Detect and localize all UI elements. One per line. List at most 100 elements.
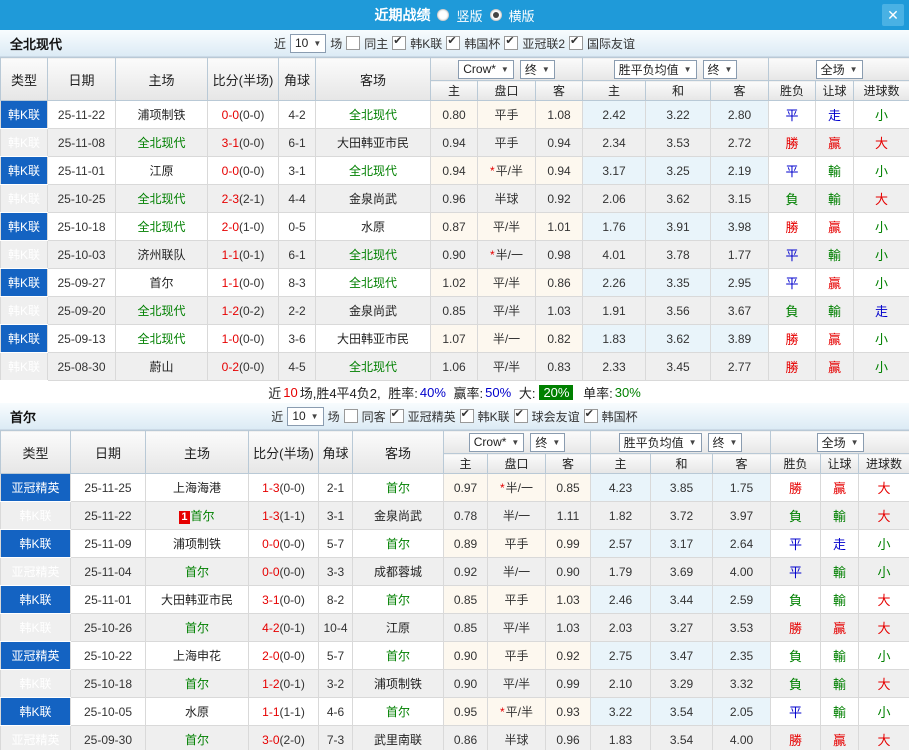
result-handicap: 贏	[815, 128, 855, 157]
corner-cell: 2-1	[318, 473, 353, 502]
horizontal-layout-label[interactable]: 横版	[509, 6, 535, 25]
away-team-cell: 武里南联	[352, 725, 444, 750]
ah-away-odds: 0.99	[544, 669, 592, 698]
ah-home-odds: 0.87	[430, 212, 478, 241]
final-select-2[interactable]: 终 ▼	[702, 59, 738, 79]
games-count-select[interactable]: 10 ▼	[287, 406, 324, 426]
league-label[interactable]: 韩国杯	[464, 35, 500, 52]
bookmaker-select[interactable]: Crow* ▼	[468, 432, 525, 452]
col-score: 比分(半场)	[207, 57, 279, 101]
final-select-2[interactable]: 终 ▼	[707, 432, 743, 452]
home-team-cell: 全北现代	[115, 296, 208, 325]
result-goals: 小	[853, 240, 909, 269]
corner-cell: 5-7	[318, 641, 353, 670]
result-wdl: 勝	[768, 352, 817, 381]
col-type: 类型	[0, 430, 71, 474]
horizontal-layout-radio[interactable]	[489, 9, 502, 21]
away-team-cell: 大田韩亚市民	[315, 128, 431, 157]
date-cell: 25-11-08	[47, 128, 116, 157]
result-wdl: 勝	[770, 613, 822, 642]
league-label[interactable]: 韩国杯	[602, 408, 638, 425]
scope-select[interactable]: 全场 ▼	[816, 432, 864, 452]
away-team-cell: 江原	[352, 613, 444, 642]
match-row: 韩K联 25-08-30 蔚山 0-2(0-0) 4-5 全北现代 1.06 平/半 0.83 2…	[0, 352, 909, 381]
result-goals: 小	[858, 529, 909, 558]
close-icon[interactable]: ✕	[882, 4, 904, 26]
result-goals: 小	[858, 641, 909, 670]
league-label[interactable]: 亚冠精英	[408, 408, 456, 425]
league-label[interactable]: 球会友谊	[532, 408, 580, 425]
league-checkbox[interactable]	[446, 34, 461, 50]
match-row: 韩K联 25-10-03 济州联队 1-1(0-1) 6-1 全北现代 0.90 *半/一 0.…	[0, 240, 909, 269]
score-cell: 2-3(2-1)	[207, 184, 279, 213]
league-checkbox[interactable]	[569, 34, 584, 50]
team-name: 大田韩亚市民	[160, 593, 233, 607]
ah-home-odds: 0.97	[443, 473, 488, 502]
eu-away-odds: 2.19	[710, 156, 770, 185]
ah-home-odds: 0.78	[443, 501, 488, 530]
league-cell: 韩K联	[0, 212, 48, 241]
eu-home-odds: 2.33	[582, 352, 647, 381]
date-cell: 25-10-03	[47, 240, 116, 269]
eu-draw-odds: 3.69	[650, 557, 714, 586]
same-away-checkbox[interactable]	[343, 409, 358, 423]
league-checkbox[interactable]	[389, 407, 404, 423]
league-checkbox[interactable]	[504, 34, 519, 50]
eu-away-odds: 3.15	[710, 184, 770, 213]
avg-select[interactable]: 胜平负均值 ▼	[613, 59, 697, 79]
ah-home-odds: 0.85	[430, 296, 478, 325]
eu-draw-odds: 3.85	[650, 473, 714, 502]
league-checkbox[interactable]	[392, 34, 407, 50]
league-label[interactable]: 韩K联	[410, 35, 442, 52]
record-summary: 近 10 场,胜4平4负2, 胜率: 40% 赢率: 50% 大: 20% 单率: 30%	[0, 381, 909, 403]
league-label[interactable]: 国际友谊	[587, 35, 635, 52]
result-goals: 小	[858, 697, 909, 726]
date-cell: 25-10-18	[47, 212, 116, 241]
home-team-cell: 全北现代	[115, 184, 208, 213]
final-select[interactable]: 终 ▼	[519, 59, 555, 79]
final-select[interactable]: 终 ▼	[530, 432, 566, 452]
ah-handicap: *平/半	[477, 156, 536, 185]
result-handicap: 輸	[815, 184, 855, 213]
ah-home-odds: 0.95	[443, 697, 488, 726]
team-name: 全北现代	[137, 332, 186, 346]
same-away-label[interactable]: 同客	[362, 408, 386, 425]
eu-away-odds: 3.32	[712, 669, 772, 698]
league-checkbox[interactable]	[513, 407, 528, 423]
eu-home-odds: 1.91	[582, 296, 647, 325]
team-name: 首尔	[190, 509, 215, 523]
eu-draw-odds: 3.25	[645, 156, 712, 185]
result-handicap: 贏	[815, 352, 855, 381]
result-goals: 大	[853, 128, 909, 157]
eu-away-odds: 3.67	[710, 296, 770, 325]
vertical-layout-label[interactable]: 竖版	[456, 6, 482, 25]
col-date: 日期	[47, 57, 116, 101]
league-label[interactable]: 亚冠联2	[522, 35, 565, 52]
team-name: 全北现代	[348, 248, 397, 262]
score-cell: 0-2(0-0)	[207, 352, 279, 381]
date-cell: 25-11-25	[70, 473, 146, 502]
team-name: 大田韩亚市民	[336, 332, 409, 346]
league-checkbox[interactable]	[583, 407, 598, 423]
scope-select[interactable]: 全场 ▼	[815, 59, 863, 79]
same-home-checkbox[interactable]	[346, 36, 361, 50]
league-cell: 韩K联	[0, 352, 48, 381]
ah-away-odds: 1.11	[544, 501, 592, 530]
league-cell: 韩K联	[0, 324, 48, 353]
eu-draw-odds: 3.45	[645, 352, 712, 381]
ah-home-odds: 0.90	[443, 669, 488, 698]
ah-handicap: *平/半	[487, 697, 546, 726]
bookmaker-select[interactable]: Crow* ▼	[458, 59, 514, 79]
result-handicap: 輸	[820, 585, 860, 614]
team-name: 金泉尚武	[373, 509, 422, 523]
league-label[interactable]: 韩K联	[478, 408, 510, 425]
vertical-layout-radio[interactable]	[437, 9, 450, 21]
games-count-select[interactable]: 10 ▼	[289, 33, 327, 53]
corner-cell: 10-4	[318, 613, 353, 642]
avg-select[interactable]: 胜平负均值 ▼	[618, 432, 702, 452]
result-wdl: 負	[770, 641, 822, 670]
date-cell: 25-11-22	[47, 100, 116, 129]
same-home-label[interactable]: 同主	[364, 35, 388, 52]
league-checkbox[interactable]	[459, 407, 474, 423]
eu-home-odds: 1.82	[590, 501, 652, 530]
